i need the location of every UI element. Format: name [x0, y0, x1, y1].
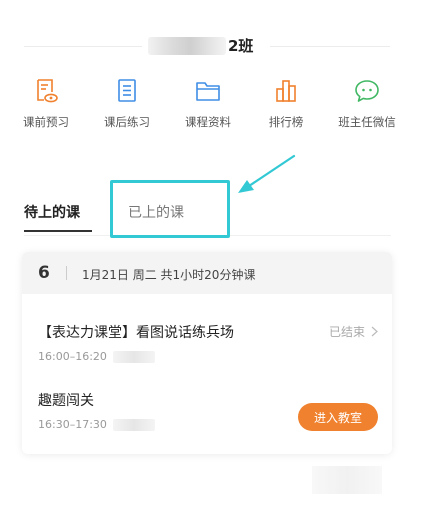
lesson-status[interactable]: 已结束 — [329, 323, 378, 340]
nav-item-ranking[interactable]: 排行榜 — [246, 78, 326, 130]
lesson-item[interactable]: 【表达力课堂】看图说话练兵场 16:00–16:20 已结束 — [38, 322, 378, 363]
preview-book-icon — [37, 79, 58, 103]
enter-classroom-button[interactable]: 进入教室 — [298, 403, 378, 431]
date-summary: 1月21日 周二 共1小时20分钟课 — [82, 268, 256, 282]
nav-label-materials: 课程资料 — [185, 115, 231, 129]
lesson-title: 【表达力课堂】看图说话练兵场 — [38, 325, 234, 341]
nav-item-wechat[interactable]: 班主任微信 — [327, 78, 407, 130]
folder-icon — [196, 82, 220, 101]
lesson-time-row: 16:00–16:20 — [38, 350, 378, 363]
exercise-list-icon — [118, 79, 136, 102]
nav-label-ranking: 排行榜 — [268, 115, 304, 129]
nav-label-exercise: 课后练习 — [104, 115, 150, 129]
chevron-right-icon — [371, 326, 378, 337]
header-divider-left — [24, 46, 142, 47]
header-separator — [66, 266, 67, 280]
nav-item-materials[interactable]: 课程资料 — [168, 78, 248, 130]
blurred-teacher-name — [112, 350, 155, 363]
nav-item-preview[interactable]: 课前预习 — [6, 78, 86, 130]
lesson-item[interactable]: 趣题闯关 16:30–17:30 进入教室 — [38, 390, 378, 431]
wechat-icon — [355, 80, 379, 102]
class-header: 2班 — [0, 34, 431, 58]
blurred-watermark — [312, 466, 382, 494]
nav-label-preview: 课前预习 — [23, 115, 69, 129]
feature-nav: 课前预习 课后练习 课程资料 排行榜 班主任微信 — [0, 78, 431, 138]
status-label: 已结束 — [328, 325, 365, 339]
class-title: 2班 — [228, 37, 254, 55]
ranking-bars-icon — [276, 80, 296, 102]
card-header: 6 1月21日 周二 共1小时20分钟课 — [22, 252, 392, 294]
blurred-teacher-name — [112, 418, 155, 431]
nav-item-exercise[interactable]: 课后练习 — [87, 78, 167, 130]
day-number: 6 — [38, 263, 50, 283]
nav-label-wechat: 班主任微信 — [338, 115, 396, 129]
day-schedule-card: 6 1月21日 周二 共1小时20分钟课 【表达力课堂】看图说话练兵场 16:0… — [22, 252, 392, 454]
blurred-class-name — [148, 37, 226, 55]
annotation-highlight-box — [110, 180, 230, 238]
tab-upcoming[interactable]: 待上的课 — [24, 202, 92, 232]
lesson-time: 16:00–16:20 — [38, 350, 107, 363]
lesson-time: 16:30–17:30 — [38, 418, 107, 431]
header-divider-right — [270, 46, 390, 47]
